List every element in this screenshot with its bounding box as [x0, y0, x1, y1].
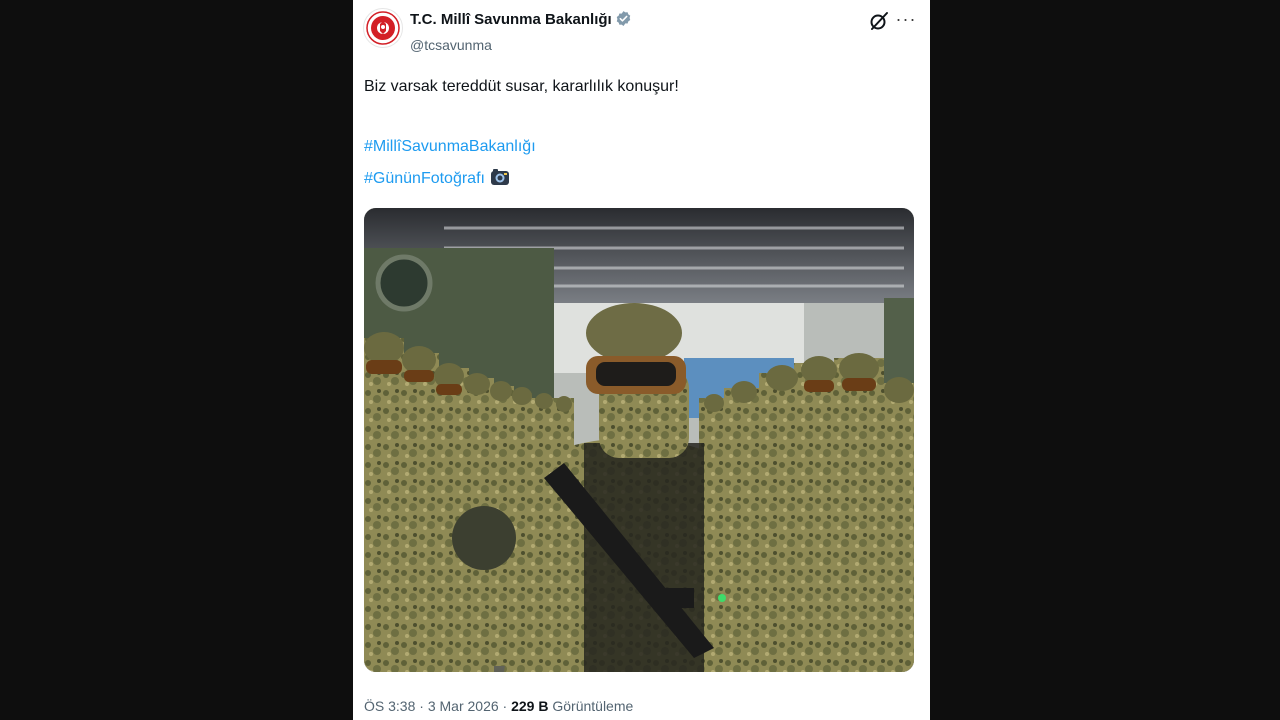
meta-separator: ·: [419, 698, 424, 714]
more-icon[interactable]: ···: [894, 8, 918, 32]
post-photo[interactable]: [364, 208, 914, 672]
views-label: Görüntüleme: [552, 698, 634, 714]
post-meta: ÖS 3:38 · 3 Mar 2026 · 229 B Görüntüleme: [364, 698, 633, 714]
hashtag-link[interactable]: #GününFotoğrafı: [364, 170, 485, 187]
avatar[interactable]: [363, 8, 403, 48]
mod-emblem-icon: [366, 11, 400, 45]
post-time[interactable]: ÖS 3:38: [364, 698, 415, 714]
author-name-row[interactable]: T.C. Millî Savunma Bakanlığı: [410, 10, 632, 31]
post-text: Biz varsak tereddüt susar, kararlılık ko…: [364, 78, 679, 95]
tweet-card: T.C. Millî Savunma Bakanlığı @tcsavunma …: [353, 0, 930, 720]
grok-icon[interactable]: [868, 10, 890, 32]
author-handle[interactable]: @tcsavunma: [410, 37, 492, 53]
views-count: 229 B: [511, 698, 549, 714]
hashtag-link-row: #GününFotoğrafı: [364, 168, 510, 191]
camera-icon: [490, 168, 510, 191]
hashtag-link[interactable]: #MillîSavunmaBakanlığı: [364, 138, 536, 156]
verified-badge-icon[interactable]: [615, 10, 632, 31]
author-name[interactable]: T.C. Millî Savunma Bakanlığı: [410, 11, 612, 28]
soldiers-photo: [364, 208, 914, 672]
post-date[interactable]: 3 Mar 2026: [428, 698, 499, 714]
meta-separator: ·: [502, 698, 508, 714]
